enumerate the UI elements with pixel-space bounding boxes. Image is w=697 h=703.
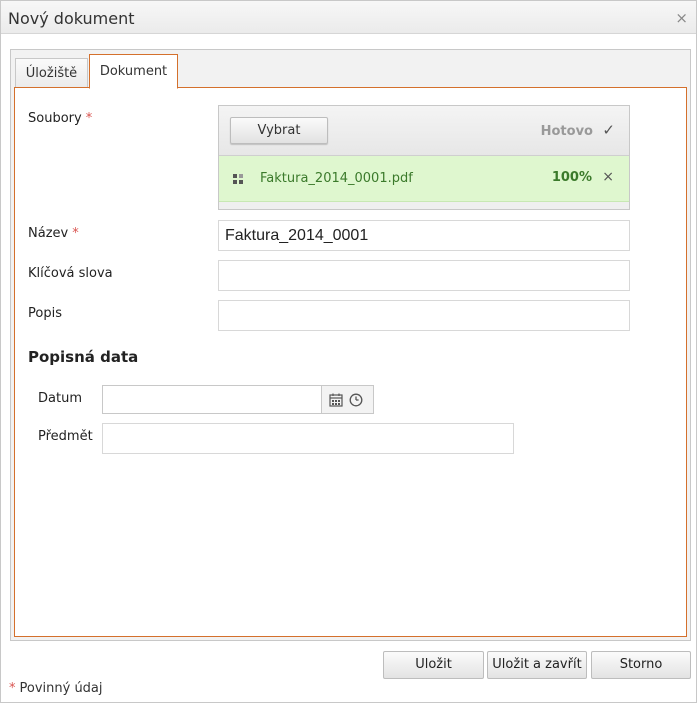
save-and-close-button[interactable]: Uložit a zavřít bbox=[487, 651, 587, 679]
name-input[interactable]: Faktura_2014_0001 bbox=[218, 220, 630, 251]
new-document-dialog: Nový dokument × Úložiště Dokument Soubor… bbox=[0, 0, 697, 703]
name-label-text: Název bbox=[28, 226, 69, 241]
keywords-label: Klíčová slova bbox=[28, 266, 113, 281]
file-list-item: Faktura_2014_0001.pdf 100% × bbox=[219, 156, 629, 202]
dialog-title: Nový dokument bbox=[8, 9, 135, 28]
uploader-toolbar: Vybrat Hotovo ✓ bbox=[219, 106, 629, 156]
metadata-section-title: Popisná data bbox=[28, 348, 139, 366]
tab-document[interactable]: Dokument bbox=[89, 54, 178, 89]
drag-handle-icon[interactable] bbox=[232, 173, 244, 185]
required-mark: * bbox=[9, 681, 16, 696]
subject-input[interactable] bbox=[102, 423, 514, 454]
calendar-icon[interactable] bbox=[329, 393, 343, 407]
files-label: Soubory * bbox=[28, 111, 92, 126]
cancel-button[interactable]: Storno bbox=[591, 651, 691, 679]
required-mark: * bbox=[72, 226, 79, 241]
date-picker-buttons bbox=[321, 386, 373, 413]
file-uploader: Vybrat Hotovo ✓ Faktura_2014_0001.pdf 10… bbox=[218, 105, 630, 210]
subject-label: Předmět bbox=[38, 429, 93, 444]
file-name: Faktura_2014_0001.pdf bbox=[260, 171, 413, 186]
remove-file-icon[interactable]: × bbox=[602, 169, 614, 185]
save-button[interactable]: Uložit bbox=[383, 651, 484, 679]
name-label: Název * bbox=[28, 226, 79, 241]
select-file-button[interactable]: Vybrat bbox=[230, 117, 328, 144]
date-field bbox=[102, 385, 374, 414]
upload-progress: 100% bbox=[551, 170, 592, 185]
description-label: Popis bbox=[28, 306, 62, 321]
upload-status: Hotovo bbox=[540, 124, 593, 139]
required-legend: * Povinný údaj bbox=[9, 681, 103, 696]
date-label: Datum bbox=[38, 391, 82, 406]
description-input[interactable] bbox=[218, 300, 630, 331]
date-input[interactable] bbox=[103, 386, 322, 413]
required-mark: * bbox=[85, 111, 93, 126]
close-icon[interactable]: × bbox=[675, 9, 688, 27]
keywords-input[interactable] bbox=[218, 260, 630, 291]
clock-icon[interactable] bbox=[349, 393, 363, 407]
dialog-titlebar: Nový dokument × bbox=[1, 1, 696, 34]
files-label-text: Soubory bbox=[28, 111, 82, 126]
check-icon: ✓ bbox=[602, 121, 615, 139]
required-legend-text: Povinný údaj bbox=[19, 681, 103, 696]
